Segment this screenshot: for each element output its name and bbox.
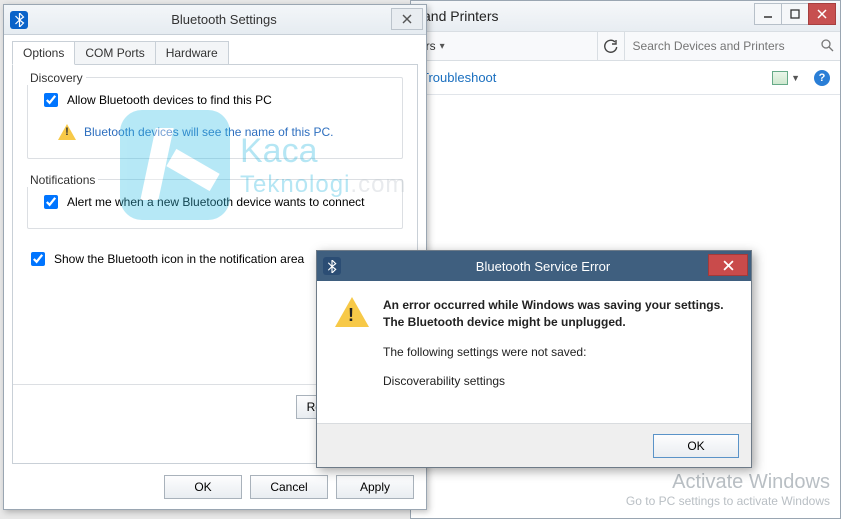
allow-discovery-input[interactable] [44,93,58,107]
bt-cancel-button[interactable]: Cancel [250,475,328,499]
err-msg2: The following settings were not saved: [383,344,733,361]
err-footer: OK [317,423,751,467]
err-ok-button[interactable]: OK [653,434,739,458]
warning-icon [335,297,369,403]
dp-view-button[interactable]: ▼ [772,71,800,85]
close-icon [723,260,734,271]
tab-com-ports[interactable]: COM Ports [74,41,155,65]
view-icon [772,71,788,85]
err-titlebar: Bluetooth Service Error [317,251,751,281]
dp-titlebar: and Printers [411,1,840,31]
chevron-down-icon: ▾ [440,41,445,52]
dp-title: and Printers [423,8,498,24]
show-icon-input[interactable] [31,252,45,266]
alert-checkbox[interactable]: Alert me when a new Bluetooth device wan… [40,192,390,212]
chevron-down-icon: ▼ [791,73,800,83]
discovery-label: Discovery [27,71,86,85]
alert-input[interactable] [44,195,58,209]
discovery-hint-text: Bluetooth devices will see the name of t… [84,125,333,139]
search-icon [820,38,834,55]
err-close-button[interactable] [708,254,748,276]
dp-maximize-button[interactable] [781,3,809,25]
show-icon-text: Show the Bluetooth icon in the notificat… [54,252,304,266]
bluetooth-icon [10,11,28,29]
bt-title: Bluetooth Settings [28,12,420,27]
tab-hardware[interactable]: Hardware [155,41,229,65]
activate-windows-watermark: Activate Windows Go to PC settings to ac… [626,471,830,508]
warning-icon [58,124,76,140]
err-message: An error occurred while Windows was savi… [383,297,733,403]
bluetooth-icon [323,257,341,275]
dp-breadcrumb[interactable]: ers ▾ [411,39,597,53]
discovery-group: Discovery Allow Bluetooth devices to fin… [27,77,403,159]
dp-close-button[interactable] [808,3,836,25]
dp-refresh-button[interactable] [597,32,625,60]
notifications-group: Notifications Alert me when a new Blueto… [27,179,403,229]
close-icon [402,14,412,24]
discovery-hint: Bluetooth devices will see the name of t… [58,124,390,140]
bt-footer-buttons: OK Cancel Apply [164,475,414,499]
err-msg1: An error occurred while Windows was savi… [383,297,733,332]
bt-titlebar: Bluetooth Settings [4,5,426,35]
dp-help-button[interactable]: ? [814,70,830,86]
dp-troubleshoot-link[interactable]: Troubleshoot [421,70,496,85]
err-body: An error occurred while Windows was savi… [317,281,751,413]
allow-discovery-text: Allow Bluetooth devices to find this PC [67,93,272,107]
err-msg3: Discoverability settings [383,373,733,390]
dp-minimize-button[interactable] [754,3,782,25]
tab-options[interactable]: Options [12,41,75,65]
bt-close-button[interactable] [391,8,423,30]
activate-line2: Go to PC settings to activate Windows [626,494,830,508]
alert-text: Alert me when a new Bluetooth device wan… [67,195,365,209]
bt-ok-button[interactable]: OK [164,475,242,499]
dp-search-input[interactable] [631,38,816,54]
dp-search[interactable] [625,38,840,55]
bt-tabs: Options COM Ports Hardware [4,35,426,65]
activate-line1: Activate Windows [626,471,830,494]
refresh-icon [604,39,618,53]
dp-command-row: Troubleshoot ▼ ? [411,61,840,95]
dp-toolbar: ers ▾ [411,31,840,61]
allow-discovery-checkbox[interactable]: Allow Bluetooth devices to find this PC [40,90,390,110]
err-title: Bluetooth Service Error [341,259,745,274]
bt-apply-button[interactable]: Apply [336,475,414,499]
error-dialog: Bluetooth Service Error An error occurre… [316,250,752,468]
notifications-label: Notifications [27,173,98,187]
